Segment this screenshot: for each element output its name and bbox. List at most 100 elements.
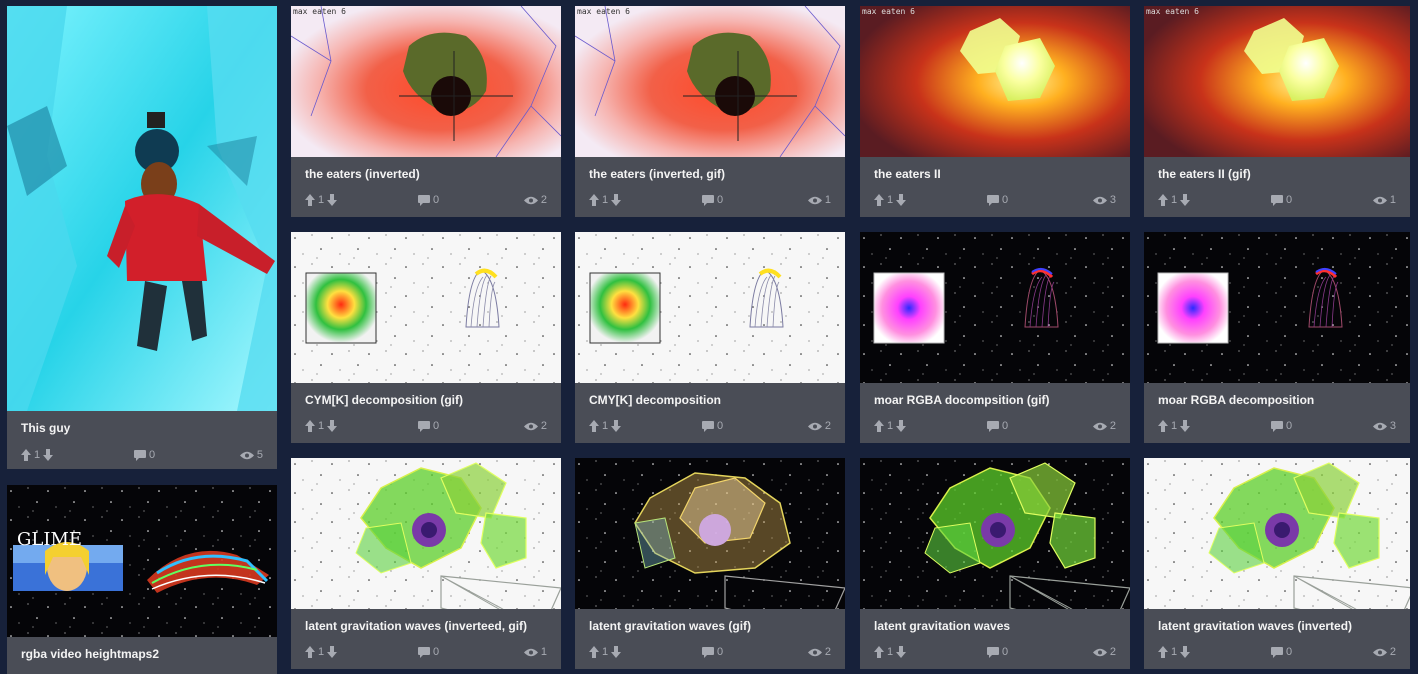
card-stats: 1 0 1 [589, 193, 831, 207]
upvote-icon[interactable] [21, 449, 31, 461]
card-thumbnail[interactable] [7, 6, 277, 411]
gallery-card[interactable]: latent gravitation waves (inverted) 1 0 … [1144, 458, 1410, 669]
card-thumbnail[interactable]: GLIME [7, 485, 277, 637]
card-thumbnail[interactable]: max eaten 6 [1144, 6, 1410, 157]
gallery-card[interactable]: latent gravitation waves (inverteed, gif… [291, 458, 561, 669]
view-count-group: 1 [1373, 193, 1396, 207]
card-thumbnail[interactable] [575, 232, 845, 383]
vote-group: 1 [21, 448, 53, 462]
view-count: 2 [824, 420, 831, 432]
downvote-icon[interactable] [327, 194, 337, 206]
card-thumbnail[interactable] [291, 232, 561, 383]
gallery-card[interactable]: CYM[K] decomposition (gif) 1 0 2 [291, 232, 561, 443]
upvote-icon[interactable] [589, 194, 599, 206]
vote-group: 1 [1158, 645, 1190, 659]
downvote-icon[interactable] [611, 194, 621, 206]
downvote-icon[interactable] [1180, 646, 1190, 658]
downvote-icon[interactable] [327, 420, 337, 432]
upvote-icon[interactable] [874, 194, 884, 206]
card-title[interactable]: the eaters (inverted, gif) [589, 167, 725, 181]
downvote-icon[interactable] [611, 646, 621, 658]
card-thumbnail[interactable] [860, 458, 1130, 609]
card-thumbnail[interactable] [1144, 458, 1410, 609]
upvote-icon[interactable] [305, 646, 315, 658]
view-count-group: 2 [808, 419, 831, 433]
view-count: 1 [1389, 194, 1396, 206]
vote-group: 1 [874, 193, 906, 207]
glitch-word: GLIME [17, 529, 82, 550]
card-thumbnail[interactable] [860, 232, 1130, 383]
downvote-icon[interactable] [896, 194, 906, 206]
gallery-card[interactable]: This guy 1 0 5 [7, 6, 277, 469]
card-title[interactable]: latent gravitation waves (inverted) [1158, 619, 1352, 633]
card-title[interactable]: latent gravitation waves (gif) [589, 619, 751, 633]
upvote-icon[interactable] [589, 420, 599, 432]
card-title[interactable]: the eaters II [874, 167, 941, 181]
card-stats: 1 0 2 [305, 419, 547, 433]
gallery-card[interactable]: moar RGBA decomposition 1 0 3 [1144, 232, 1410, 443]
gallery-card[interactable]: max eaten 6 the eaters II 1 0 3 [860, 6, 1130, 217]
comment-icon [1271, 647, 1283, 658]
card-title[interactable]: CYM[K] decomposition (gif) [305, 393, 463, 407]
gallery-card[interactable]: max eaten 6 the eaters II (gif) 1 0 1 [1144, 6, 1410, 217]
downvote-icon[interactable] [896, 420, 906, 432]
card-thumbnail[interactable] [1144, 232, 1410, 383]
view-count-group: 2 [524, 193, 547, 207]
card-thumbnail[interactable] [291, 458, 561, 609]
upvote-icon[interactable] [874, 646, 884, 658]
upvote-icon[interactable] [589, 646, 599, 658]
gallery-card[interactable]: latent gravitation waves 1 0 2 [860, 458, 1130, 669]
downvote-icon[interactable] [1180, 194, 1190, 206]
gallery-card[interactable]: GLIME rgba video heightmaps2 [7, 485, 277, 674]
card-thumbnail[interactable]: max eaten 6 [291, 6, 561, 157]
view-count: 2 [1109, 646, 1116, 658]
downvote-icon[interactable] [611, 420, 621, 432]
card-title[interactable]: This guy [21, 421, 70, 435]
eye-icon [1093, 422, 1107, 431]
downvote-icon[interactable] [327, 646, 337, 658]
upvote-icon[interactable] [1158, 194, 1168, 206]
eye-icon [524, 422, 538, 431]
gallery-card[interactable]: moar RGBA docompsition (gif) 1 0 2 [860, 232, 1130, 443]
downvote-icon[interactable] [43, 449, 53, 461]
card-title[interactable]: rgba video heightmaps2 [21, 647, 159, 661]
upvote-icon[interactable] [1158, 420, 1168, 432]
comment-count: 0 [1002, 646, 1009, 658]
gallery-card[interactable]: max eaten 6 the eaters (inverted) 1 0 2 [291, 6, 561, 217]
card-thumbnail[interactable] [575, 458, 845, 609]
card-title[interactable]: latent gravitation waves [874, 619, 1010, 633]
eye-icon [1373, 422, 1387, 431]
card-thumbnail[interactable]: max eaten 6 [575, 6, 845, 157]
vote-group: 1 [589, 419, 621, 433]
upvote-icon[interactable] [1158, 646, 1168, 658]
card-stats: 1 0 2 [589, 645, 831, 659]
eye-icon [1373, 196, 1387, 205]
card-title[interactable]: moar RGBA docompsition (gif) [874, 393, 1050, 407]
view-count: 3 [1389, 420, 1396, 432]
comment-count: 0 [1286, 646, 1293, 658]
comment-count-group: 0 [702, 645, 723, 659]
downvote-icon[interactable] [1180, 420, 1190, 432]
gallery-card[interactable]: latent gravitation waves (gif) 1 0 2 [575, 458, 845, 669]
vote-group: 1 [589, 193, 621, 207]
view-count-group: 3 [1373, 419, 1396, 433]
card-title[interactable]: the eaters (inverted) [305, 167, 420, 181]
card-title[interactable]: CMY[K] decomposition [589, 393, 721, 407]
comment-count-group: 0 [1271, 645, 1292, 659]
upvote-icon[interactable] [874, 420, 884, 432]
gallery-card[interactable]: max eaten 6 the eaters (inverted, gif) 1… [575, 6, 845, 217]
card-title[interactable]: moar RGBA decomposition [1158, 393, 1314, 407]
card-title[interactable]: the eaters II (gif) [1158, 167, 1251, 181]
comment-icon [702, 421, 714, 432]
upvote-icon[interactable] [305, 420, 315, 432]
comment-count: 0 [1286, 194, 1293, 206]
view-count: 2 [824, 646, 831, 658]
downvote-icon[interactable] [896, 646, 906, 658]
upvote-icon[interactable] [305, 194, 315, 206]
card-title[interactable]: latent gravitation waves (inverteed, gif… [305, 619, 527, 633]
vote-group: 1 [874, 419, 906, 433]
view-count: 3 [1109, 194, 1116, 206]
card-thumbnail[interactable]: max eaten 6 [860, 6, 1130, 157]
vote-count: 1 [318, 420, 325, 432]
gallery-card[interactable]: CMY[K] decomposition 1 0 2 [575, 232, 845, 443]
